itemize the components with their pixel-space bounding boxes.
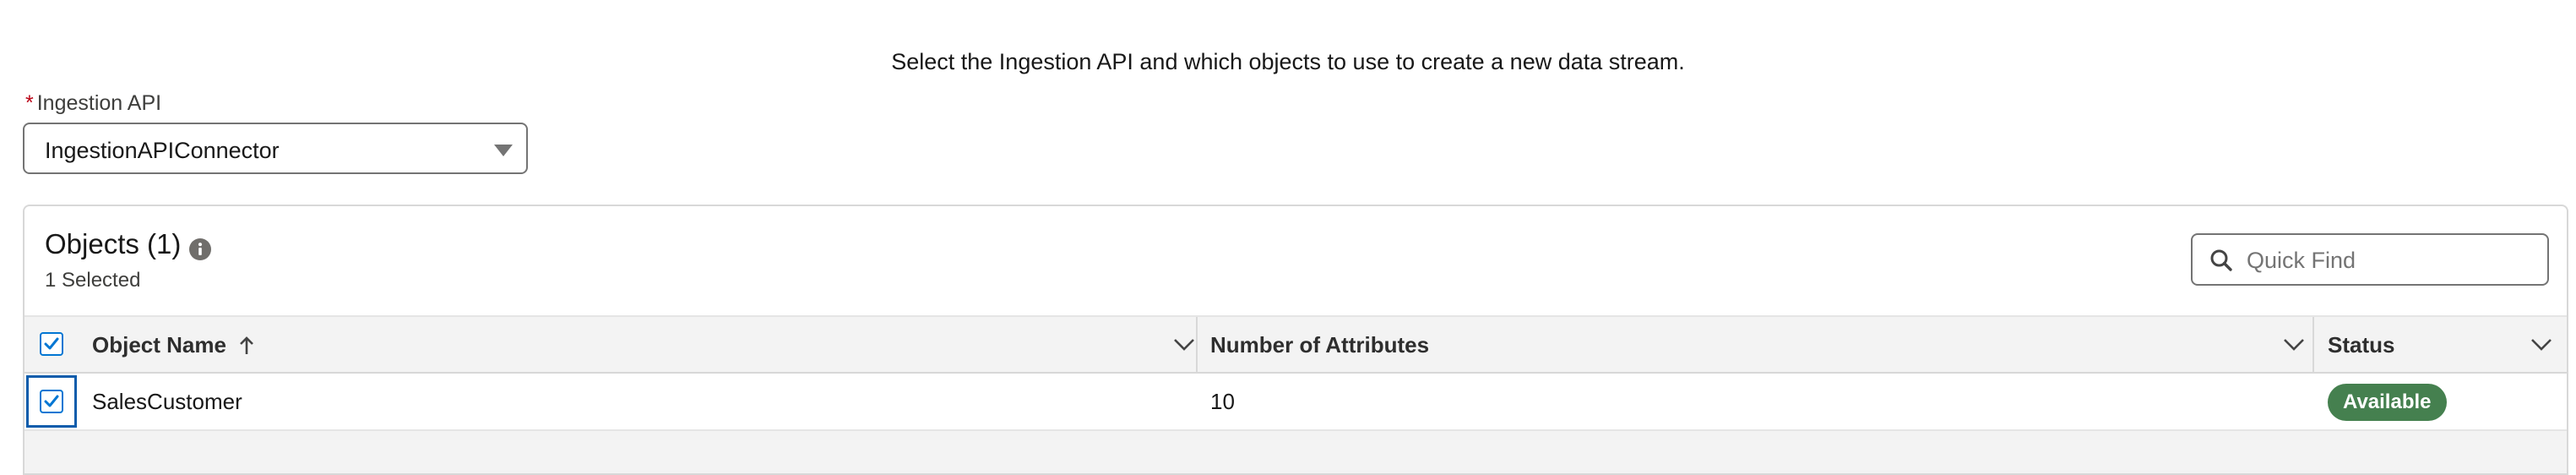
object-name-header-text: Object Name bbox=[92, 332, 226, 358]
ingestion-api-label: * Ingestion API bbox=[25, 91, 161, 116]
column-divider[interactable] bbox=[1196, 317, 1198, 372]
object-name-cell: SalesCustomer bbox=[92, 389, 242, 414]
row-checkbox[interactable] bbox=[40, 390, 63, 413]
chevron-down-icon[interactable] bbox=[2530, 336, 2552, 352]
status-header-text: Status bbox=[2328, 332, 2395, 358]
ingestion-api-selected-value: IngestionAPIConnector bbox=[45, 138, 280, 163]
chevron-down-icon[interactable] bbox=[1173, 336, 1195, 352]
check-icon bbox=[44, 337, 59, 350]
sort-arrow-up-icon[interactable] bbox=[239, 336, 254, 356]
attributes-cell: 10 bbox=[1210, 389, 1235, 414]
info-icon[interactable] bbox=[189, 238, 211, 260]
column-header-attributes[interactable]: Number of Attributes bbox=[1210, 317, 2325, 372]
ingestion-api-select[interactable]: IngestionAPIConnector bbox=[23, 123, 528, 174]
objects-title: Objects (1) bbox=[45, 228, 182, 259]
search-icon bbox=[2210, 249, 2232, 271]
select-all-checkbox[interactable] bbox=[40, 332, 63, 356]
objects-card: Objects (1) 1 Selected Object Name bbox=[23, 205, 2568, 475]
table-row[interactable]: SalesCustomer 10 Available bbox=[24, 374, 2567, 431]
table-empty-area bbox=[24, 431, 2567, 473]
dropdown-caret-icon[interactable] bbox=[494, 145, 513, 156]
table-header: Object Name Number of Attributes Status bbox=[24, 315, 2567, 374]
chevron-down-icon[interactable] bbox=[2283, 336, 2305, 352]
attributes-header-text: Number of Attributes bbox=[1210, 332, 1430, 358]
status-badge: Available bbox=[2328, 384, 2447, 421]
intro-text: Select the Ingestion API and which objec… bbox=[891, 49, 1685, 74]
ingestion-api-label-text: Ingestion API bbox=[36, 91, 162, 115]
quick-find-field[interactable] bbox=[2191, 233, 2549, 286]
check-icon bbox=[44, 395, 59, 407]
required-marker: * bbox=[25, 91, 34, 115]
column-header-status[interactable]: Status bbox=[2328, 317, 2556, 372]
selected-count: 1 Selected bbox=[45, 269, 141, 292]
column-header-object-name[interactable]: Object Name bbox=[92, 317, 1219, 372]
column-label-object-name: Object Name bbox=[92, 332, 254, 358]
column-divider[interactable] bbox=[2312, 317, 2314, 372]
quick-find-input[interactable] bbox=[2245, 243, 2535, 277]
row-checkbox-cell[interactable] bbox=[26, 375, 77, 428]
